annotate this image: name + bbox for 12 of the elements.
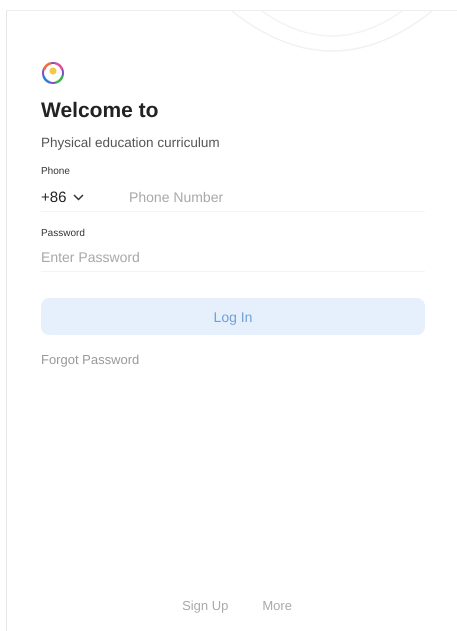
forgot-password-link[interactable]: Forgot Password — [41, 352, 425, 367]
footer-link[interactable]: Sign Up — [182, 598, 228, 613]
country-code-dropdown[interactable]: +86 — [41, 184, 129, 210]
welcome-title: Welcome to — [41, 99, 160, 123]
phone-input[interactable]: Phone Number — [129, 183, 425, 211]
password-input[interactable]: Enter Password — [41, 243, 425, 271]
subtitle: Physical education curriculum — [41, 135, 221, 150]
password-label: Password — [41, 228, 86, 239]
logo-icon — [41, 61, 65, 85]
phone-label: Phone — [41, 166, 71, 177]
chevron-down-icon — [73, 194, 84, 200]
footer-link[interactable]: More — [262, 598, 292, 613]
